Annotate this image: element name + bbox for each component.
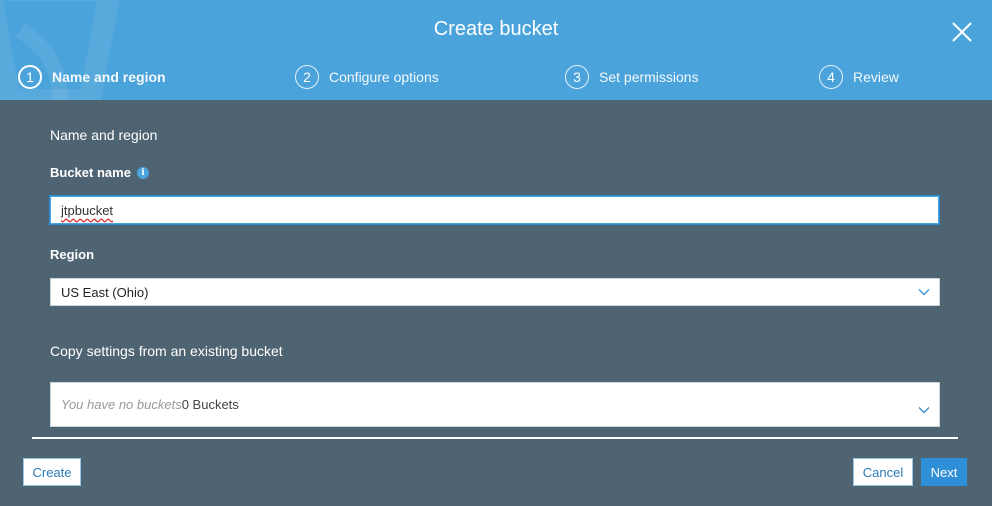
region-select[interactable]: US East (Ohio)	[50, 278, 940, 306]
bucket-name-label: Bucket name i	[50, 165, 149, 180]
copy-settings-count: 0 Buckets	[181, 397, 239, 412]
copy-settings-select[interactable]: You have no buckets 0 Buckets	[50, 382, 940, 427]
section-title: Name and region	[50, 127, 158, 143]
region-value: US East (Ohio)	[61, 284, 149, 300]
bucket-name-input[interactable]: jtpbucket	[50, 196, 939, 224]
close-icon[interactable]	[950, 20, 974, 44]
bucket-name-label-text: Bucket name	[50, 165, 131, 180]
next-button[interactable]: Next	[921, 458, 967, 486]
step-configure-options[interactable]: 2 Configure options	[295, 64, 439, 90]
step-label: Configure options	[329, 69, 439, 85]
step-number: 1	[18, 65, 42, 89]
step-review[interactable]: 4 Review	[819, 64, 899, 90]
cancel-button[interactable]: Cancel	[853, 458, 913, 486]
step-number: 2	[295, 65, 319, 89]
dialog-title: Create bucket	[433, 18, 559, 40]
step-number: 3	[565, 65, 589, 89]
step-number: 4	[819, 65, 843, 89]
divider	[32, 437, 958, 439]
copy-settings-label: Copy settings from an existing bucket	[50, 343, 283, 359]
dialog-header: Create bucket 1 Name and region 2 Config…	[0, 0, 992, 100]
step-label: Name and region	[52, 69, 166, 85]
chevron-down-icon	[918, 289, 930, 296]
step-set-permissions[interactable]: 3 Set permissions	[565, 64, 699, 90]
info-icon[interactable]: i	[136, 166, 149, 179]
copy-settings-placeholder: You have no buckets	[61, 397, 182, 412]
bucket-name-value: jtpbucket	[61, 202, 114, 218]
step-label: Set permissions	[599, 69, 699, 85]
region-label-text: Region	[50, 247, 95, 262]
step-name-and-region[interactable]: 1 Name and region	[18, 64, 166, 90]
step-label: Review	[853, 69, 899, 85]
chevron-down-icon	[918, 406, 930, 413]
region-label: Region	[50, 247, 94, 262]
create-button[interactable]: Create	[23, 458, 81, 486]
